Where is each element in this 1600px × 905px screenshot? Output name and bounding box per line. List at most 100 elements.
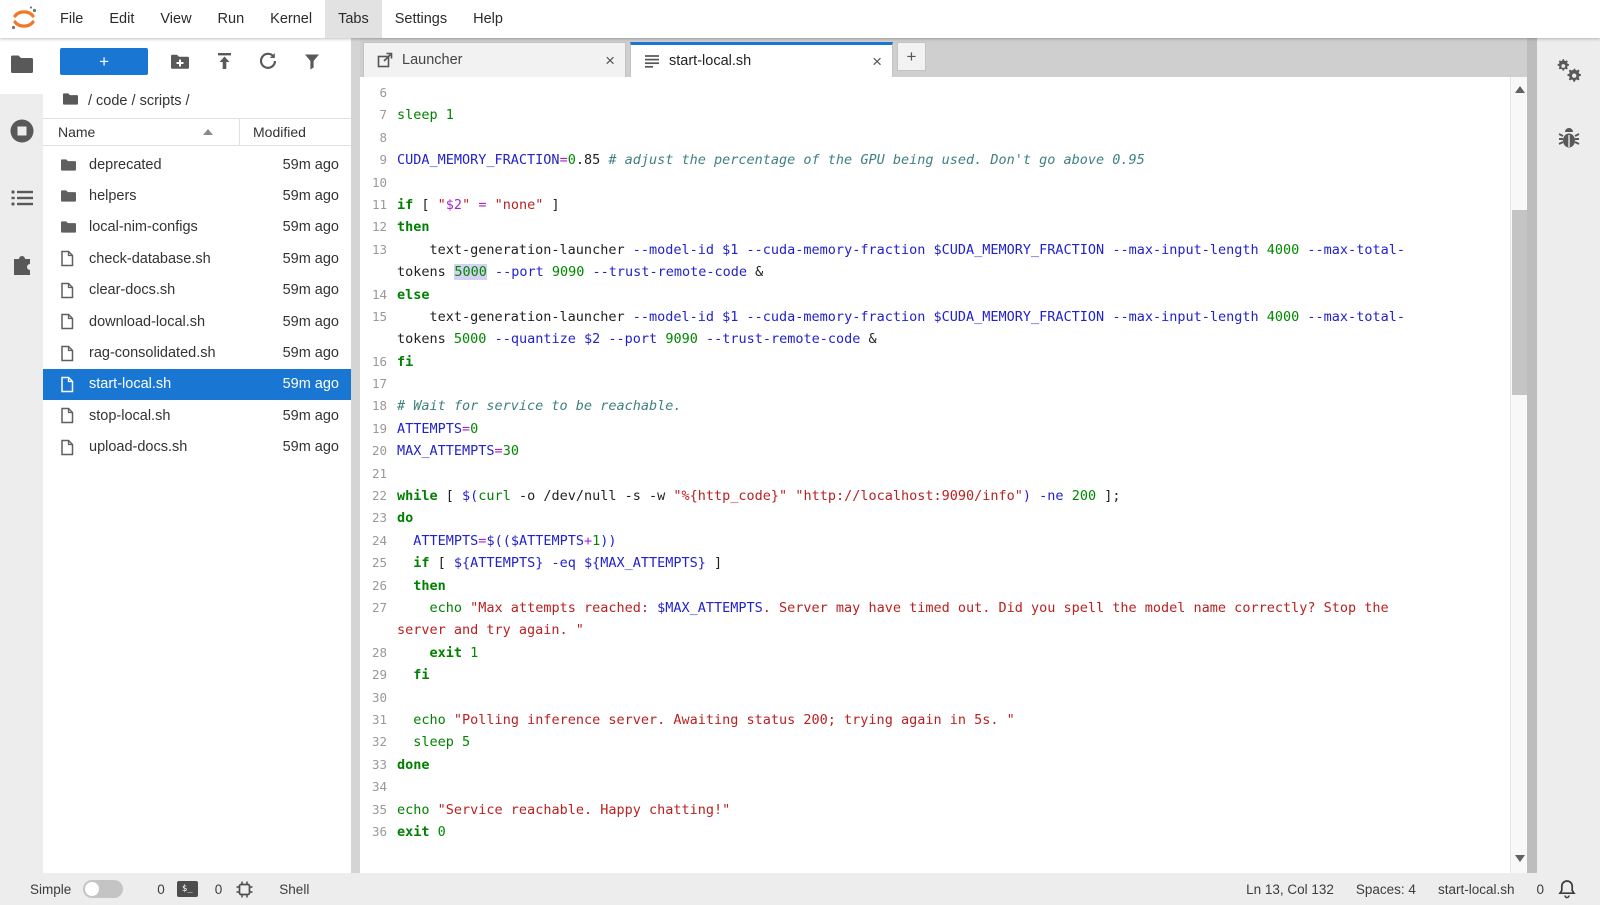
bell-icon[interactable]	[1558, 879, 1576, 899]
breadcrumb[interactable]: / code / scripts /	[43, 84, 351, 118]
line-number: 23	[360, 507, 391, 529]
file-modified: 59m ago	[239, 188, 351, 204]
refresh-icon[interactable]	[254, 46, 283, 76]
code-line[interactable]: 32 sleep 5	[360, 731, 1527, 753]
file-icon	[60, 282, 80, 299]
column-header-name[interactable]: Name	[43, 124, 239, 140]
file-row[interactable]: start-local.sh59m ago	[43, 369, 351, 400]
right-sidebar	[1537, 38, 1600, 873]
kernel-icon[interactable]	[236, 881, 253, 898]
dock-panel: Launcher×start-local.sh×+ 67sleep 189CUD…	[360, 38, 1527, 873]
file-modified: 59m ago	[239, 408, 351, 424]
code-text: server and try again. "	[391, 619, 584, 641]
menu-item-help[interactable]: Help	[460, 0, 516, 38]
code-line[interactable]: 7sleep 1	[360, 104, 1527, 126]
sidebar-tab-debugger[interactable]	[1556, 124, 1582, 158]
file-row[interactable]: deprecated59m ago	[43, 149, 351, 180]
code-text	[391, 373, 397, 395]
file-list: deprecated59m agohelpers59m agolocal-nim…	[43, 146, 351, 873]
scroll-up-icon[interactable]	[1515, 86, 1525, 93]
code-line[interactable]: 36exit 0	[360, 821, 1527, 843]
indentation-status[interactable]: Spaces: 4	[1356, 882, 1416, 897]
scrollbar-thumb[interactable]	[1512, 210, 1527, 395]
panel-splitter[interactable]	[351, 38, 360, 873]
code-line[interactable]: server and try again. "	[360, 619, 1527, 641]
code-line[interactable]: tokens 5000 --port 9090 --trust-remote-c…	[360, 261, 1527, 283]
code-line[interactable]: 15 text-generation-launcher --model-id $…	[360, 306, 1527, 328]
close-icon[interactable]: ×	[872, 53, 882, 70]
code-line[interactable]: 14else	[360, 284, 1527, 306]
code-line[interactable]: 29 fi	[360, 664, 1527, 686]
kernel-status[interactable]: Shell	[279, 882, 309, 897]
toggle-knob	[85, 882, 99, 896]
file-row[interactable]: upload-docs.sh59m ago	[43, 432, 351, 463]
line-number: 24	[360, 530, 391, 552]
sidebar-tab-table-of-contents[interactable]	[0, 172, 43, 228]
vertical-scrollbar[interactable]	[1510, 77, 1527, 873]
code-line[interactable]: 18# Wait for service to be reachable.	[360, 395, 1527, 417]
scroll-down-icon[interactable]	[1515, 855, 1525, 862]
code-line[interactable]: 27 echo "Max attempts reached: $MAX_ATTE…	[360, 597, 1527, 619]
file-row[interactable]: download-local.sh59m ago	[43, 306, 351, 337]
menu-item-view[interactable]: View	[147, 0, 204, 38]
menu-item-kernel[interactable]: Kernel	[257, 0, 325, 38]
menu-item-edit[interactable]: Edit	[96, 0, 147, 38]
code-line[interactable]: 28 exit 1	[360, 642, 1527, 664]
code-line[interactable]: 9CUDA_MEMORY_FRACTION=0.85 # adjust the …	[360, 149, 1527, 171]
code-line[interactable]: 24 ATTEMPTS=$(($ATTEMPTS+1))	[360, 530, 1527, 552]
terminal-icon[interactable]: $_	[177, 881, 198, 897]
file-row[interactable]: local-nim-configs59m ago	[43, 212, 351, 243]
simple-mode-toggle[interactable]	[83, 880, 123, 898]
code-text	[391, 463, 397, 485]
file-row[interactable]: check-database.sh59m ago	[43, 243, 351, 274]
code-line[interactable]: 16fi	[360, 351, 1527, 373]
sidebar-tab-extensions[interactable]	[0, 239, 43, 295]
close-icon[interactable]: ×	[605, 52, 615, 69]
code-line[interactable]: 21	[360, 463, 1527, 485]
file-row[interactable]: rag-consolidated.sh59m ago	[43, 337, 351, 368]
line-number	[360, 261, 391, 283]
code-line[interactable]: 11if [ "$2" = "none" ]	[360, 194, 1527, 216]
upload-icon[interactable]	[210, 46, 239, 76]
code-line[interactable]: 19ATTEMPTS=0	[360, 418, 1527, 440]
tab-start-local-sh[interactable]: start-local.sh×	[630, 42, 893, 77]
new-tab-button[interactable]: +	[897, 42, 926, 71]
filter-icon[interactable]	[297, 46, 326, 76]
file-row[interactable]: stop-local.sh59m ago	[43, 400, 351, 431]
code-editor[interactable]: 67sleep 189CUDA_MEMORY_FRACTION=0.85 # a…	[360, 77, 1527, 873]
code-line[interactable]: 10	[360, 172, 1527, 194]
code-line[interactable]: 30	[360, 687, 1527, 709]
tab-launcher[interactable]: Launcher×	[363, 42, 626, 77]
code-line[interactable]: 25 if [ ${ATTEMPTS} -eq ${MAX_ATTEMPTS} …	[360, 552, 1527, 574]
code-line[interactable]: 26 then	[360, 575, 1527, 597]
sidebar-tab-property-inspector[interactable]	[1554, 56, 1584, 90]
sidebar-tab-running-sessions[interactable]	[0, 105, 43, 161]
folder-icon	[60, 158, 80, 172]
code-line[interactable]: 22while [ $(curl -o /dev/null -s -w "%{h…	[360, 485, 1527, 507]
file-row[interactable]: helpers59m ago	[43, 180, 351, 211]
line-number: 20	[360, 440, 391, 462]
code-line[interactable]: 23do	[360, 507, 1527, 529]
code-line[interactable]: 34	[360, 776, 1527, 798]
new-launcher-button[interactable]: +	[60, 48, 148, 75]
column-header-modified[interactable]: Modified	[239, 119, 351, 145]
code-line[interactable]: 12then	[360, 216, 1527, 238]
code-line[interactable]: tokens 5000 --quantize $2 --port 9090 --…	[360, 328, 1527, 350]
line-number: 19	[360, 418, 391, 440]
code-line[interactable]: 13 text-generation-launcher --model-id $…	[360, 239, 1527, 261]
code-line[interactable]: 31 echo "Polling inference server. Await…	[360, 709, 1527, 731]
menu-item-run[interactable]: Run	[205, 0, 258, 38]
menu-item-settings[interactable]: Settings	[382, 0, 460, 38]
code-line[interactable]: 8	[360, 127, 1527, 149]
menu-item-tabs[interactable]: Tabs	[325, 0, 382, 38]
new-folder-icon[interactable]	[166, 46, 195, 76]
cursor-position[interactable]: Ln 13, Col 132	[1246, 882, 1334, 897]
code-line[interactable]: 6	[360, 82, 1527, 104]
code-line[interactable]: 17	[360, 373, 1527, 395]
sidebar-tab-file-browser[interactable]	[0, 38, 43, 94]
menu-item-file[interactable]: File	[47, 0, 96, 38]
code-line[interactable]: 35echo "Service reachable. Happy chattin…	[360, 799, 1527, 821]
code-line[interactable]: 20MAX_ATTEMPTS=30	[360, 440, 1527, 462]
file-row[interactable]: clear-docs.sh59m ago	[43, 275, 351, 306]
code-line[interactable]: 33done	[360, 754, 1527, 776]
